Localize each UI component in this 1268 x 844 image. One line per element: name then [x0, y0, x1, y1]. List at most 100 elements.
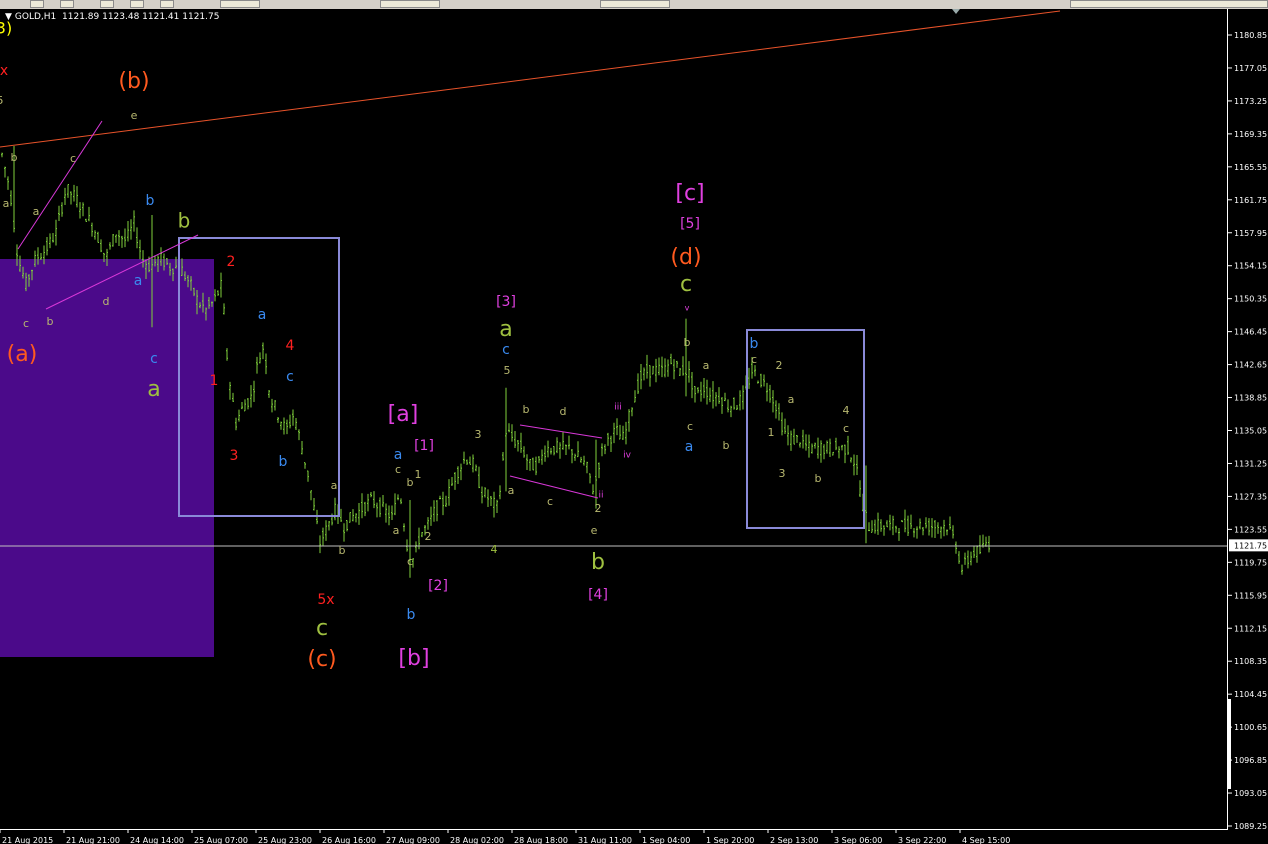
candle — [223, 303, 225, 315]
candle — [586, 461, 588, 474]
candle — [721, 397, 723, 414]
price-tick-label: 1131.25 — [1234, 459, 1267, 468]
candle — [466, 459, 468, 465]
candle — [880, 519, 882, 532]
time-tick-label: 25 Aug 07:00 — [194, 836, 248, 844]
candle — [829, 438, 831, 458]
wave-label: c — [286, 369, 294, 385]
candle — [715, 392, 717, 407]
candle — [718, 387, 720, 404]
candle — [49, 233, 51, 249]
candle — [943, 519, 945, 537]
wave-label: c — [70, 152, 76, 165]
wave-label: [4] — [588, 587, 608, 603]
toolbar-button[interactable] — [30, 0, 44, 8]
candle — [682, 356, 684, 376]
price-tick-label: 1100.65 — [1234, 723, 1267, 732]
candle — [670, 353, 672, 365]
candle — [4, 166, 6, 178]
candle — [766, 382, 768, 402]
candle — [919, 518, 921, 530]
candle — [583, 455, 585, 466]
candle — [340, 508, 342, 522]
toolbar-button[interactable] — [130, 0, 144, 8]
price-chart[interactable]: 3)x5(b)ebcaacbd(a)bacab213a4cbab5xc(c)[a… — [0, 9, 1268, 844]
candle — [526, 454, 528, 471]
price-tick-label: 1177.05 — [1234, 64, 1267, 73]
candle — [961, 564, 963, 575]
candle — [532, 457, 534, 471]
candle — [958, 551, 960, 564]
toolbar-button[interactable] — [60, 0, 74, 8]
candle — [928, 518, 930, 536]
candle — [739, 390, 741, 411]
wave-label: 5 — [0, 94, 4, 107]
candle — [262, 342, 264, 360]
time-tick-label: 31 Aug 11:00 — [578, 836, 632, 844]
toolbar-search-box[interactable] — [1070, 0, 1268, 8]
current-price-value: 1121.75 — [1234, 541, 1267, 550]
candle — [769, 384, 771, 403]
candle — [595, 439, 597, 509]
candle — [562, 432, 564, 450]
candle — [607, 432, 609, 446]
wave-label: a — [508, 484, 515, 497]
candle — [274, 400, 276, 411]
candle — [442, 491, 444, 516]
candle — [910, 514, 912, 530]
candle — [469, 456, 471, 465]
wave-label: c — [407, 555, 413, 568]
candle — [610, 435, 612, 452]
candle — [799, 442, 801, 448]
expand-triangle-icon[interactable]: ▼ — [5, 12, 12, 22]
toolbar-button[interactable] — [600, 0, 670, 8]
price-tick-label: 1119.75 — [1234, 558, 1267, 567]
wave-label: d — [103, 295, 110, 308]
candle — [367, 493, 369, 512]
wave-label: [5] — [680, 216, 700, 232]
wave-label: (a) — [7, 342, 38, 367]
candle — [286, 419, 288, 435]
candle — [391, 505, 393, 521]
candle — [730, 405, 732, 418]
candle — [40, 253, 42, 260]
time-tick-label: 21 Aug 21:00 — [66, 836, 120, 844]
toolbar-button[interactable] — [380, 0, 440, 8]
candle — [112, 233, 114, 247]
candle — [46, 237, 48, 256]
candle — [859, 480, 861, 498]
toolbar-button[interactable] — [100, 0, 114, 8]
candle — [283, 417, 285, 435]
chart-window[interactable]: 3)x5(b)ebcaacbd(a)bacab213a4cbab5xc(c)[a… — [0, 9, 1268, 844]
candle — [805, 434, 807, 451]
candle — [598, 462, 600, 479]
terminal-toolbar-strip — [0, 0, 1268, 9]
candle — [970, 551, 972, 566]
candle — [85, 218, 87, 222]
candle — [241, 402, 243, 410]
wave-label: b — [146, 193, 155, 209]
candle — [382, 494, 384, 508]
candle — [355, 513, 357, 523]
toolbar-button[interactable] — [220, 0, 260, 8]
wave-label: c — [502, 342, 510, 358]
candle — [832, 451, 834, 456]
candle — [694, 386, 696, 403]
candle — [115, 234, 117, 243]
candle — [82, 202, 84, 217]
candle — [403, 523, 405, 532]
candle — [352, 509, 354, 522]
candle — [688, 361, 690, 383]
candle — [397, 494, 399, 501]
candle — [52, 233, 54, 243]
price-tick-label: 1154.15 — [1234, 262, 1267, 271]
candle — [844, 444, 846, 464]
candle — [220, 272, 222, 298]
toolbar-button[interactable] — [160, 0, 174, 8]
candle — [709, 387, 711, 403]
candle — [238, 409, 240, 422]
wave-label: c — [547, 495, 553, 508]
wave-label: 3 — [475, 428, 482, 441]
candle — [790, 430, 792, 451]
candle — [976, 545, 978, 563]
